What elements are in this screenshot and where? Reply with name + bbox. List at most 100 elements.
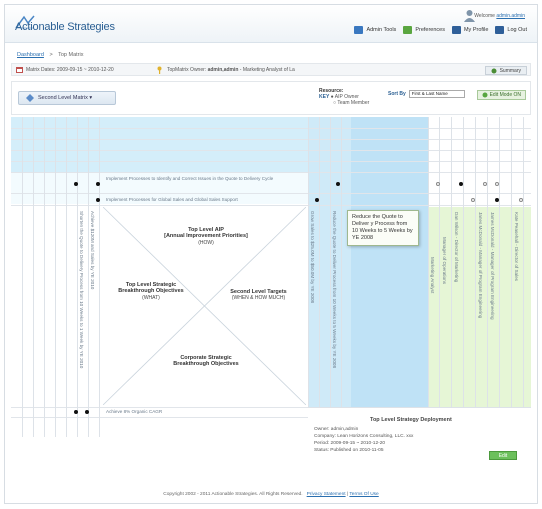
- owner-suffix: - Marketing Analyst of La: [238, 67, 295, 73]
- team-member-dot[interactable]: [495, 182, 499, 186]
- resource-name[interactable]: Marketing Analyst: [430, 257, 435, 397]
- grid-line: [428, 117, 429, 407]
- profile-icon: [451, 26, 461, 34]
- edit-mode-label: Edit Mode ON: [489, 92, 521, 98]
- corporate-objective-text[interactable]: Achieve 8% Organic CAGR: [106, 409, 296, 415]
- aip-owner-dot[interactable]: [74, 182, 78, 186]
- grid-line: [11, 128, 531, 129]
- deployment-edit-button[interactable]: Edit: [489, 451, 517, 460]
- grid-line: [439, 117, 440, 407]
- deployment-status: Status: Published on 2010-11-05: [314, 448, 384, 453]
- objective-label[interactable]: Achieve $120M and Sales by YE 2010: [90, 211, 95, 401]
- matrix-dates: Matrix Dates: 2009-09-15 ~ 2010-12-20: [26, 67, 114, 73]
- grid-line: [511, 117, 512, 407]
- aip-row-text[interactable]: Implement Processes to Identify and Corr…: [106, 176, 306, 182]
- sort-by-label: Sort By: [388, 91, 406, 97]
- top-quadrant-label: Top Level AIP [Annual Improvement Priori…: [151, 227, 261, 246]
- target-label[interactable]: Grow Sales to $25.0M to $50.0M by YE 200…: [310, 211, 315, 401]
- preferences-link[interactable]: Preferences: [403, 26, 445, 34]
- resource-name[interactable]: Janes McDonald - Manager of Program Engi…: [478, 212, 483, 397]
- logout-link[interactable]: Log Out: [495, 26, 527, 34]
- aip-owner-dot[interactable]: [96, 198, 100, 202]
- bottom-quadrant-label: Corporate Strategic Breakthrough Objecti…: [151, 355, 261, 368]
- matrix-diamond-icon: [26, 94, 34, 102]
- summary-icon: [491, 68, 497, 73]
- left-quadrant-label: Top Level Strategic Breakthrough Objecti…: [103, 282, 199, 301]
- second-level-matrix-button[interactable]: Second Level Matrix ▾: [18, 91, 116, 105]
- edit-mode-button[interactable]: Edit Mode ON: [476, 90, 526, 100]
- breadcrumb-current: Top Matrix: [58, 52, 84, 58]
- admin-tools-link[interactable]: Admin Tools: [354, 26, 396, 34]
- top-quadrant-title: Top Level AIP: [188, 227, 224, 233]
- welcome-user-link[interactable]: admin.admin: [496, 13, 525, 19]
- grid-line: [11, 150, 531, 151]
- bottom-quadrant-title: Corporate Strategic: [180, 355, 232, 361]
- grid-line: [77, 117, 78, 437]
- breadcrumb: Dashboard > Top Matrix: [17, 52, 83, 58]
- privacy-link[interactable]: Privacy Statement: [307, 492, 346, 497]
- deployment-company: Company: Lean Horizons Consulting, LLC. …: [314, 434, 414, 439]
- target-label[interactable]: Reduce the Quote to Deliver Process from…: [332, 211, 337, 401]
- preferences-icon: [403, 26, 413, 34]
- grid-line: [499, 117, 500, 407]
- aip-owner-dot[interactable]: [85, 410, 89, 414]
- objective-label[interactable]: Shorten the Quote to Delivery Process fr…: [79, 211, 84, 401]
- grid-line: [487, 117, 488, 407]
- grid-line: [523, 117, 524, 407]
- aip-owner-dot[interactable]: [459, 182, 463, 186]
- top-quadrant-how: (HOW): [198, 239, 214, 246]
- footer-copyright: Copyright 2002 - 2011 Actionable Strateg…: [163, 492, 303, 497]
- team-member-dot[interactable]: [483, 182, 487, 186]
- team-member-dot[interactable]: [519, 198, 523, 202]
- breadcrumb-dashboard[interactable]: Dashboard: [17, 52, 44, 58]
- key-icon: [157, 66, 162, 74]
- grid-line: [99, 117, 100, 437]
- aip-owner-dot[interactable]: [96, 182, 100, 186]
- resource-key: Resource: KEY ● AIP Owner ○ Team Member: [319, 88, 369, 106]
- my-profile-label: My Profile: [463, 27, 489, 33]
- resource-name[interactable]: James McDonald - Manager of Program Engi…: [490, 212, 495, 397]
- resource-name[interactable]: Manager of Operations: [442, 237, 447, 397]
- deployment-details: Owner: admin,admin Company: Lean Horizon…: [314, 426, 413, 454]
- key-label: KEY: [319, 94, 330, 100]
- resource-name[interactable]: Kate Peasehall - Director of Sales: [514, 212, 519, 397]
- aip-owner-dot[interactable]: [336, 182, 340, 186]
- app-title: Actionable Strategies: [15, 21, 115, 33]
- grid-line: [319, 117, 320, 407]
- grid-line: [463, 117, 464, 407]
- team-member-dot[interactable]: [436, 182, 440, 186]
- sort-by-select[interactable]: First & Last Name: [408, 90, 465, 98]
- aip-owner-dot[interactable]: [315, 198, 319, 202]
- grid-line: [308, 117, 309, 407]
- preferences-label: Preferences: [415, 27, 445, 33]
- sort-by: Sort By First & Last Name: [388, 90, 465, 98]
- right-quadrant-title: Second Level Targets: [230, 289, 287, 295]
- team-member-dot[interactable]: [471, 198, 475, 202]
- admin-tools-label: Admin Tools: [366, 27, 397, 33]
- grid-line: [22, 117, 23, 437]
- grid-line: [475, 117, 476, 407]
- grid-line: [33, 117, 34, 437]
- app-frame: Actionable Strategies Welcome admin.admi…: [4, 4, 538, 504]
- summary-button[interactable]: Summary: [484, 66, 527, 75]
- matrix-toolbar: Second Level Matrix ▾ Resource: KEY ● AI…: [11, 81, 531, 115]
- top-links: Admin Tools Preferences My Profile Log O…: [354, 26, 527, 34]
- left-quadrant-title: Top Level Strategic: [125, 282, 177, 288]
- welcome-text: Welcome admin.admin: [474, 13, 525, 19]
- grid-line: [11, 193, 531, 194]
- aip-owner-dot[interactable]: [495, 198, 499, 202]
- aip-owner-dot[interactable]: [74, 410, 78, 414]
- my-profile-link[interactable]: My Profile: [451, 26, 489, 34]
- strategy-deployment-panel: Top Level Strategy Deployment Owner: adm…: [308, 407, 531, 482]
- aip-row-text[interactable]: Implement Processes for Global Sales and…: [106, 197, 306, 203]
- owner-prefix: TopMatrix Owner:: [167, 67, 208, 73]
- grid-line: [66, 117, 67, 437]
- right-quadrant-label: Second Level Targets (WHEN & HOW MUCH): [211, 289, 306, 302]
- summary-label: Summary: [499, 67, 521, 74]
- grid-line: [11, 139, 531, 140]
- grid-line: [341, 117, 342, 407]
- terms-link[interactable]: Terms Of Use: [349, 492, 378, 497]
- resource-name[interactable]: Dan Wilson - Director of Marketing: [454, 212, 459, 397]
- second-level-matrix-label: Second Level Matrix ▾: [38, 95, 93, 101]
- edit-mode-icon: [482, 92, 488, 98]
